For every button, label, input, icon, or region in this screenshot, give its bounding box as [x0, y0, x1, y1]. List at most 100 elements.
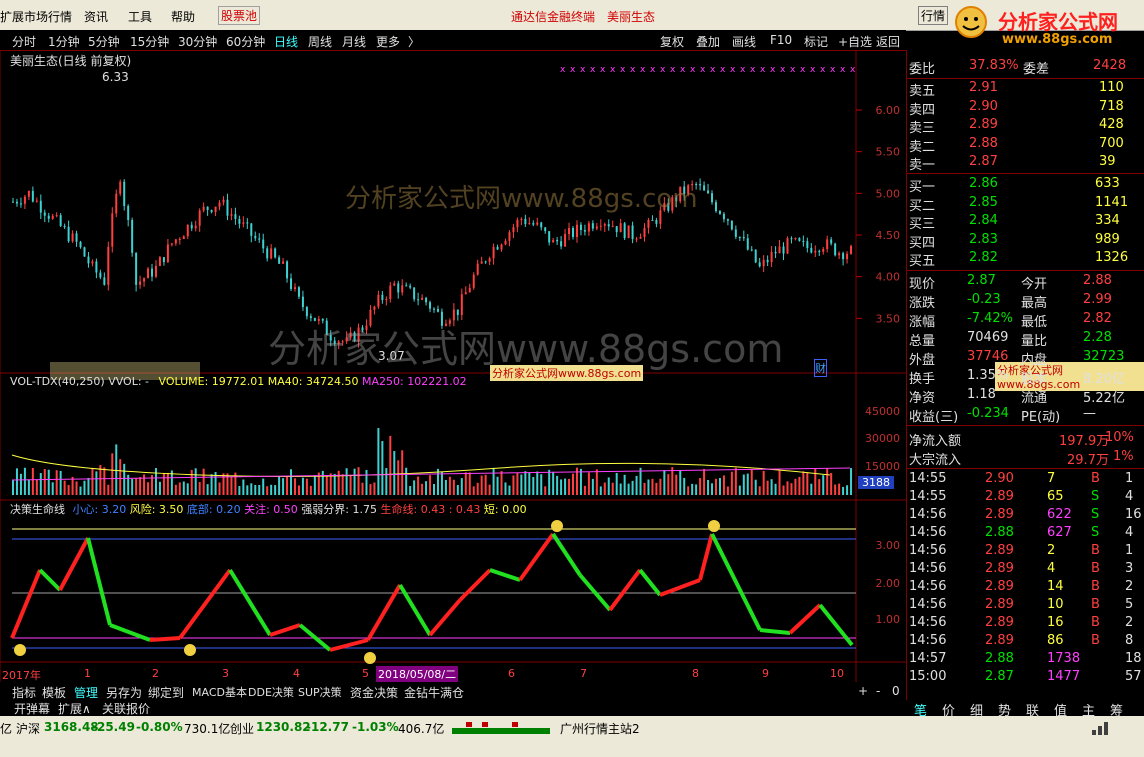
- volume-bar: [131, 478, 134, 495]
- x-month: 7: [580, 667, 587, 680]
- tick-time: 14:56: [909, 579, 947, 594]
- volume-bar: [166, 472, 169, 495]
- cy-index[interactable]: 1230.82: [256, 720, 311, 734]
- x-month: 3: [222, 667, 229, 680]
- volume-bar: [476, 482, 479, 495]
- menu-item-help[interactable]: 帮助: [171, 8, 195, 25]
- menu-item-news[interactable]: 资讯: [84, 8, 108, 25]
- candle-body: [647, 219, 650, 228]
- candle-body: [198, 210, 201, 226]
- danmaku-toggle[interactable]: 开弹幕: [14, 700, 50, 717]
- volume-bar: [699, 478, 702, 495]
- flow2-label: 大宗流入: [909, 453, 962, 468]
- tab-save-as[interactable]: 另存为: [106, 684, 142, 701]
- linked-quote-button[interactable]: 关联报价: [102, 700, 150, 717]
- event-marker: x: [830, 65, 836, 75]
- period-toolbar: 分时 1分钟 5分钟 15分钟 30分钟 60分钟 日线 周线 月线 更多 〉 …: [0, 30, 906, 51]
- candle-body: [270, 248, 273, 259]
- life-line-segment: [228, 568, 272, 637]
- candle-body: [742, 236, 745, 239]
- tab-fund[interactable]: 资金决策: [350, 684, 398, 701]
- tab-manage[interactable]: 管理: [74, 684, 98, 701]
- candle-body: [79, 241, 82, 248]
- volume-bar: [282, 478, 285, 495]
- menu-quote-button[interactable]: 行情: [918, 6, 949, 25]
- period-tab-5[interactable]: 30分钟: [178, 33, 217, 50]
- volume-bar: [425, 481, 428, 495]
- candle-body: [202, 206, 205, 211]
- tick-volume: 65: [1047, 489, 1064, 504]
- period-tab-daily[interactable]: 日线: [274, 33, 298, 50]
- volume-bar: [341, 474, 344, 495]
- candle-body: [746, 238, 749, 250]
- menu-item-ext-market[interactable]: 扩展市场行情: [0, 8, 72, 25]
- volume-bar: [512, 475, 515, 495]
- candle-body: [484, 261, 487, 263]
- tab-template[interactable]: 模板: [42, 684, 66, 701]
- candle-body: [726, 219, 729, 221]
- zoom-reset-button[interactable]: 0: [892, 684, 900, 698]
- event-marker: x: [680, 65, 686, 75]
- volume-bar: [377, 428, 380, 495]
- sh-index[interactable]: 3168.48: [44, 720, 99, 734]
- menu-item-tools[interactable]: 工具: [128, 8, 152, 25]
- action-draw[interactable]: 画线: [732, 33, 756, 50]
- period-tab-3[interactable]: 5分钟: [88, 33, 120, 50]
- tick-count: 1: [1125, 471, 1134, 486]
- period-tab-2[interactable]: 1分钟: [48, 33, 80, 50]
- candle-body: [381, 294, 384, 300]
- server-name[interactable]: 广州行情主站2: [560, 720, 640, 737]
- menu-item-stock-pool[interactable]: 股票池: [218, 6, 261, 25]
- tick-price: 2.89: [985, 633, 1014, 648]
- expand-button[interactable]: 扩展∧: [58, 700, 91, 717]
- period-tab-1[interactable]: 分时: [12, 33, 36, 50]
- candle-body: [786, 238, 789, 254]
- action-f10[interactable]: F10: [770, 33, 792, 47]
- volume-bar: [675, 474, 678, 495]
- ind-tick-label: 2.00: [876, 577, 901, 590]
- action-fuquan[interactable]: 复权: [660, 33, 684, 50]
- period-tab-monthly[interactable]: 月线: [342, 33, 366, 50]
- candle-body: [409, 285, 412, 288]
- candle-body: [178, 239, 181, 241]
- action-mark[interactable]: 标记: [804, 33, 828, 50]
- finance-marker[interactable]: 财: [814, 359, 827, 377]
- candle-body: [91, 261, 94, 264]
- tab-indicator[interactable]: 指标: [12, 684, 36, 701]
- tick-time: 14:56: [909, 507, 947, 522]
- action-add-favorite[interactable]: +自选: [838, 33, 872, 50]
- tab-bind[interactable]: 绑定到: [148, 684, 184, 701]
- period-tab-more[interactable]: 更多: [376, 33, 400, 50]
- main-chart-title: 美丽生态(日线 前复权): [10, 54, 132, 68]
- candle-body: [544, 227, 547, 232]
- stat-value: 1.18: [967, 387, 996, 402]
- action-back[interactable]: 返回: [876, 33, 900, 50]
- chevron-right-icon[interactable]: 〉: [408, 33, 420, 50]
- tab-macd[interactable]: MACD基本: [192, 684, 247, 700]
- life-line-segment: [608, 568, 642, 612]
- action-overlay[interactable]: 叠加: [696, 33, 720, 50]
- candle-body: [651, 219, 654, 221]
- stat-value: 2.87: [967, 273, 996, 288]
- period-tab-weekly[interactable]: 周线: [308, 33, 332, 50]
- candle-body: [834, 243, 837, 256]
- period-tab-6[interactable]: 60分钟: [226, 33, 265, 50]
- candle-body: [393, 283, 396, 286]
- x-axis: 2017年 1 2 3 4 5 6 7 8 9 10 2018/05/08/二: [0, 666, 856, 682]
- zoom-out-button[interactable]: -: [876, 684, 880, 698]
- candle-body: [830, 239, 833, 244]
- smiley-icon: [14, 644, 26, 656]
- tab-diamond[interactable]: 金钻牛满仓: [404, 684, 464, 701]
- ind-focus: 关注: 0.50: [244, 503, 298, 516]
- candle-body: [99, 272, 102, 278]
- sell-level-label: 卖四: [909, 102, 936, 118]
- zoom-in-button[interactable]: +: [858, 684, 868, 698]
- tick-side: B: [1091, 597, 1100, 612]
- tab-dde[interactable]: DDE决策: [248, 684, 294, 700]
- ind-qiang: 强弱分界: 1.75: [301, 503, 378, 516]
- sell-level-label: 卖一: [909, 158, 936, 173]
- volume-bar: [194, 468, 197, 495]
- period-tab-4[interactable]: 15分钟: [130, 33, 169, 50]
- tab-sup[interactable]: SUP决策: [298, 684, 342, 700]
- volume-bar: [401, 450, 404, 495]
